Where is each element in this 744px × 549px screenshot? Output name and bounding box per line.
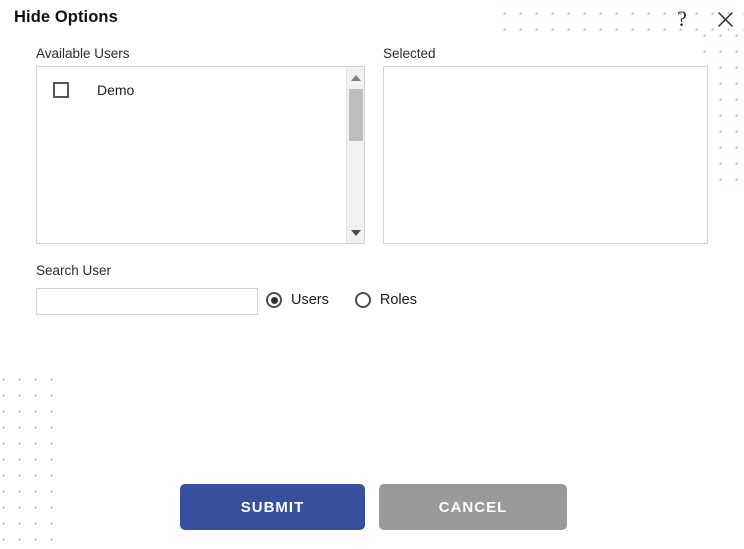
radio-option-roles[interactable]: Roles xyxy=(354,292,417,308)
search-user-label: Search User xyxy=(36,263,112,278)
triangle-down-icon[interactable] xyxy=(347,224,364,241)
triangle-up-icon[interactable] xyxy=(347,69,364,86)
available-users-listbox[interactable]: Demo xyxy=(36,66,365,244)
cancel-button[interactable]: CANCEL xyxy=(379,484,567,530)
decorative-dot-pattern-bottom-left xyxy=(2,378,53,549)
submit-button[interactable]: SUBMIT xyxy=(180,484,365,530)
hide-options-dialog: Hide Options ? Available Users Demo Sele… xyxy=(0,0,744,549)
question-mark-icon[interactable]: ? xyxy=(669,6,695,32)
list-item[interactable]: Demo xyxy=(37,77,345,103)
radio-option-users[interactable]: Users xyxy=(266,292,329,308)
radio-option-roles-label: Roles xyxy=(379,292,417,308)
list-item-label: Demo xyxy=(97,82,135,98)
vertical-scrollbar[interactable] xyxy=(346,67,364,243)
search-scope-radio-group: Users Roles xyxy=(266,292,417,308)
radio-option-users-label: Users xyxy=(291,292,329,308)
scrollbar-thumb[interactable] xyxy=(349,89,363,141)
available-users-label: Available Users xyxy=(36,46,130,61)
radio-selected-icon[interactable] xyxy=(266,292,282,308)
radio-unselected-icon[interactable] xyxy=(354,292,371,308)
decorative-dot-pattern-right xyxy=(703,34,744,182)
page-title: Hide Options xyxy=(14,8,118,26)
close-icon[interactable] xyxy=(712,6,738,32)
checkbox-icon[interactable] xyxy=(53,82,69,98)
available-users-items: Demo xyxy=(37,67,345,243)
selected-label: Selected xyxy=(383,46,436,61)
selected-listbox[interactable] xyxy=(383,66,708,244)
dialog-titlebar: Hide Options ? xyxy=(0,0,744,38)
selected-items xyxy=(384,67,688,243)
search-input[interactable] xyxy=(36,288,258,315)
